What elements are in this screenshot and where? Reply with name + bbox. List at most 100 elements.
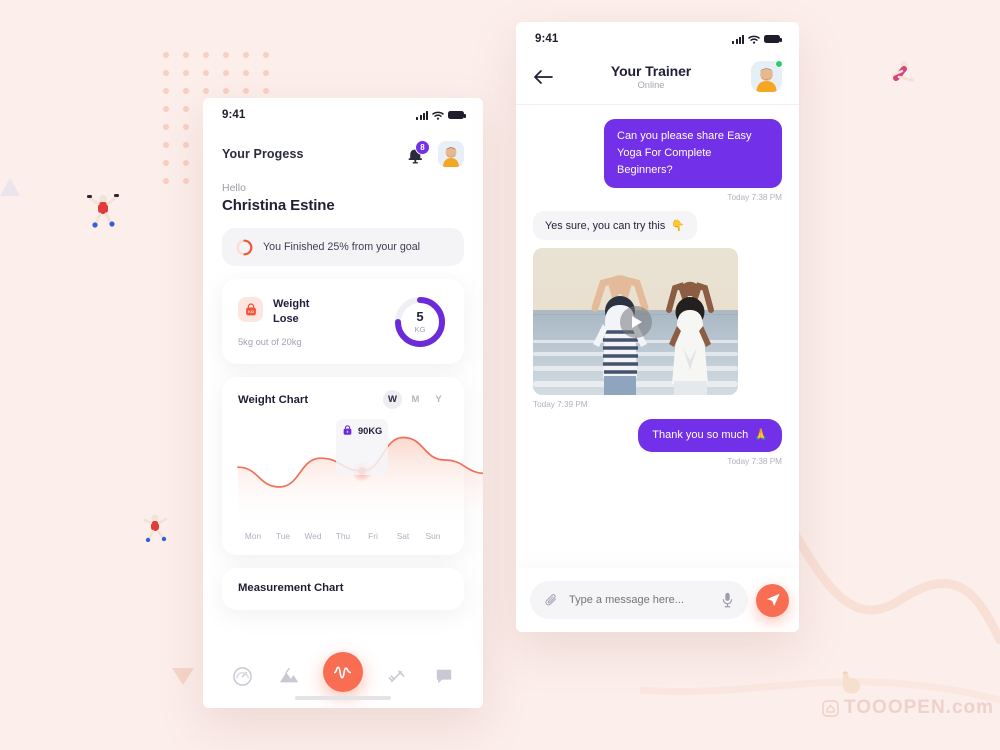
tab-workout[interactable] xyxy=(384,663,410,689)
dot xyxy=(163,160,169,166)
trainer-avatar[interactable] xyxy=(751,60,783,92)
range-w[interactable]: W xyxy=(383,390,402,409)
dumbbell-icon xyxy=(388,669,405,682)
runner-figure-decoration-2 xyxy=(143,514,168,542)
dot xyxy=(183,106,189,112)
microphone-icon[interactable] xyxy=(721,592,734,608)
message-timestamp: Today 7:38 PM xyxy=(727,457,782,467)
tab-dashboard[interactable] xyxy=(229,663,255,689)
user-avatar-illustration xyxy=(438,141,464,167)
send-icon xyxy=(766,593,780,607)
dot xyxy=(163,106,169,112)
dot xyxy=(163,52,169,58)
progress-header: Your Progess 8 xyxy=(203,132,483,167)
message-timestamp: Today 7:38 PM xyxy=(727,193,782,203)
watermark-text: TOOOPEN.com xyxy=(844,697,995,718)
range-y[interactable]: Y xyxy=(429,390,448,409)
weight-kg-icon: KG xyxy=(238,297,263,323)
tab-pulse-active[interactable] xyxy=(322,652,363,692)
weight-lose-title-2: Lose xyxy=(273,313,299,325)
message-bubble[interactable]: Yes sure, you can try this 👇 xyxy=(533,211,697,241)
dot xyxy=(183,160,189,166)
message-timestamp: Today 7:39 PM xyxy=(533,400,588,410)
home-indicator xyxy=(295,696,391,700)
dot xyxy=(243,88,249,94)
weight-chart-title: Weight Chart xyxy=(238,393,309,406)
dot xyxy=(203,70,209,76)
x-label-thu: Thu xyxy=(335,531,351,541)
dot xyxy=(163,142,169,148)
chat-icon xyxy=(436,669,451,684)
message-incoming-1: Yes sure, you can try this 👇 Today 7:39 … xyxy=(533,211,782,409)
chart-range-selector[interactable]: W M Y xyxy=(383,390,448,409)
message-outgoing-1: Can you please share Easy Yoga For Compl… xyxy=(533,119,782,202)
status-time: 9:41 xyxy=(222,109,246,121)
online-indicator xyxy=(775,60,783,68)
dot xyxy=(163,70,169,76)
weight-lose-card[interactable]: KG Weight Lose 5kg out of 20kg 5 KG xyxy=(222,279,464,364)
status-time-chat: 9:41 xyxy=(535,33,559,45)
weight-chart-x-labels: Mon Tue Wed Thu Fri Sat Sun xyxy=(222,527,464,555)
progress-screen-phone: 9:41 Your Progess 8 Hello Christina Esti… xyxy=(203,98,483,708)
notification-button[interactable]: 8 xyxy=(406,139,430,165)
message-input-bar[interactable] xyxy=(530,581,748,619)
chat-screen-phone: 9:41 Your Trainer Online Can you please … xyxy=(516,22,799,632)
goal-progress-card[interactable]: You Finished 25% from your goal xyxy=(222,228,464,266)
dot xyxy=(183,178,189,184)
tab-activity[interactable] xyxy=(276,663,302,689)
progress-ring-icon xyxy=(236,239,253,255)
triangle-decoration-left xyxy=(0,178,20,196)
dot xyxy=(243,70,249,76)
x-label-sun: Sun xyxy=(425,531,441,541)
message-bubble[interactable]: Can you please share Easy Yoga For Compl… xyxy=(604,119,782,189)
measurement-chart-card[interactable]: Measurement Chart xyxy=(222,568,464,610)
dot xyxy=(183,124,189,130)
measurement-chart-title: Measurement Chart xyxy=(238,582,344,594)
ring-unit: KG xyxy=(414,325,426,334)
pulse-wave-icon xyxy=(334,665,352,679)
x-label-tue: Tue xyxy=(276,531,290,541)
play-icon[interactable] xyxy=(619,305,652,338)
dot xyxy=(203,52,209,58)
video-message[interactable] xyxy=(533,248,738,396)
trainer-name: Your Trainer xyxy=(610,63,692,79)
weight-lose-subtitle: 5kg out of 20kg xyxy=(238,336,302,347)
dot xyxy=(223,52,229,58)
user-name: Christina Estine xyxy=(222,197,335,214)
tab-chat[interactable] xyxy=(431,663,457,689)
dot xyxy=(183,142,189,148)
dot xyxy=(163,124,169,130)
dot xyxy=(183,52,189,58)
notification-badge: 8 xyxy=(415,139,430,155)
send-button[interactable] xyxy=(756,583,789,617)
search-input[interactable] xyxy=(569,594,711,606)
lock-weight-icon xyxy=(343,425,352,435)
x-label-fri: Fri xyxy=(368,531,378,541)
goal-text: You Finished 25% from your goal xyxy=(263,241,421,253)
triangle-decoration-bottom xyxy=(172,668,194,685)
trainer-status: Online xyxy=(637,80,665,90)
wifi-icon xyxy=(432,111,444,120)
signal-icon xyxy=(732,34,744,44)
dot xyxy=(163,88,169,94)
greeting-block: Hello Christina Estine xyxy=(203,167,483,214)
flexed-biceps-decoration xyxy=(842,671,860,694)
message-bubble[interactable]: Thank you so much 🙏 xyxy=(638,419,782,453)
x-label-mon: Mon xyxy=(244,531,262,541)
dot xyxy=(263,52,269,58)
paperclip-icon[interactable] xyxy=(544,593,559,608)
chart-tooltip-value: 90KG xyxy=(358,425,383,436)
page-title: Your Progess xyxy=(222,147,304,161)
dashboard-icon xyxy=(233,666,252,686)
message-text: Thank you so much xyxy=(652,429,749,442)
stretching-figure-decoration xyxy=(891,61,915,83)
chat-messages: Can you please share Easy Yoga For Compl… xyxy=(516,105,799,466)
dot xyxy=(263,70,269,76)
greeting-hello: Hello xyxy=(222,182,246,194)
dot xyxy=(243,52,249,58)
dot xyxy=(203,88,209,94)
status-bar: 9:41 xyxy=(203,98,483,132)
avatar[interactable] xyxy=(438,141,464,167)
pointing-down-emoji: 👇 xyxy=(671,220,685,233)
range-m[interactable]: M xyxy=(406,390,425,409)
